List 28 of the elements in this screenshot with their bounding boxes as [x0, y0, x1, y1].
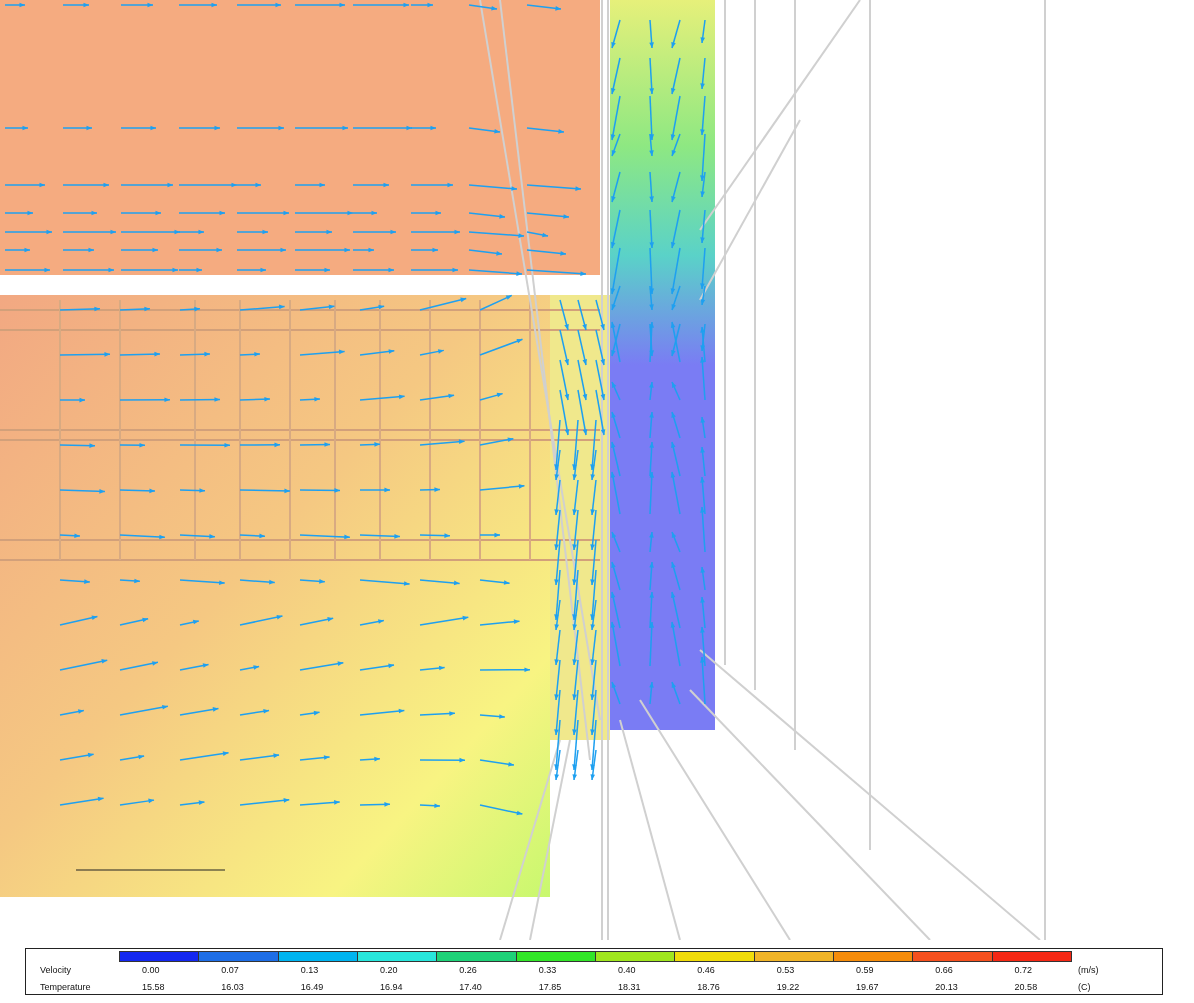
legend-value: 16.94: [379, 981, 404, 994]
legend-value: 0.40: [616, 964, 637, 977]
legend-value: 20.13: [934, 981, 959, 994]
legend-value: 0.20: [379, 964, 399, 977]
legend-value: 18.76: [696, 981, 721, 994]
legend-value: 16.49: [299, 981, 325, 994]
legend-value: 19.67: [854, 981, 880, 994]
legend-row-label: Velocity: [39, 964, 73, 977]
legend-value: 17.85: [537, 981, 563, 994]
legend-value: 15.58: [141, 981, 166, 994]
legend-unit: (C): [1076, 981, 1092, 994]
legend-value: 0.59: [854, 964, 875, 977]
legend-value: 20.58: [1013, 981, 1039, 994]
legend-value: 18.31: [616, 981, 642, 994]
legend-value: 0.00: [141, 964, 161, 977]
legend-value: 0.53: [775, 964, 796, 977]
legend-value: 17.40: [458, 981, 483, 994]
legend-value: 0.13: [299, 964, 320, 977]
legend-row-label: Temperature: [39, 981, 92, 994]
legend-value: 0.33: [537, 964, 558, 977]
legend-unit: (m/s): [1076, 964, 1100, 977]
legend-value: 0.72: [1013, 964, 1034, 977]
legend-value: 0.07: [220, 964, 240, 977]
legend-value: 16.03: [220, 981, 245, 994]
legend-value: 0.26: [458, 964, 478, 977]
legend-value: 0.66: [934, 964, 954, 977]
legend-value: 0.46: [696, 964, 716, 977]
legend-value: 19.22: [775, 981, 801, 994]
